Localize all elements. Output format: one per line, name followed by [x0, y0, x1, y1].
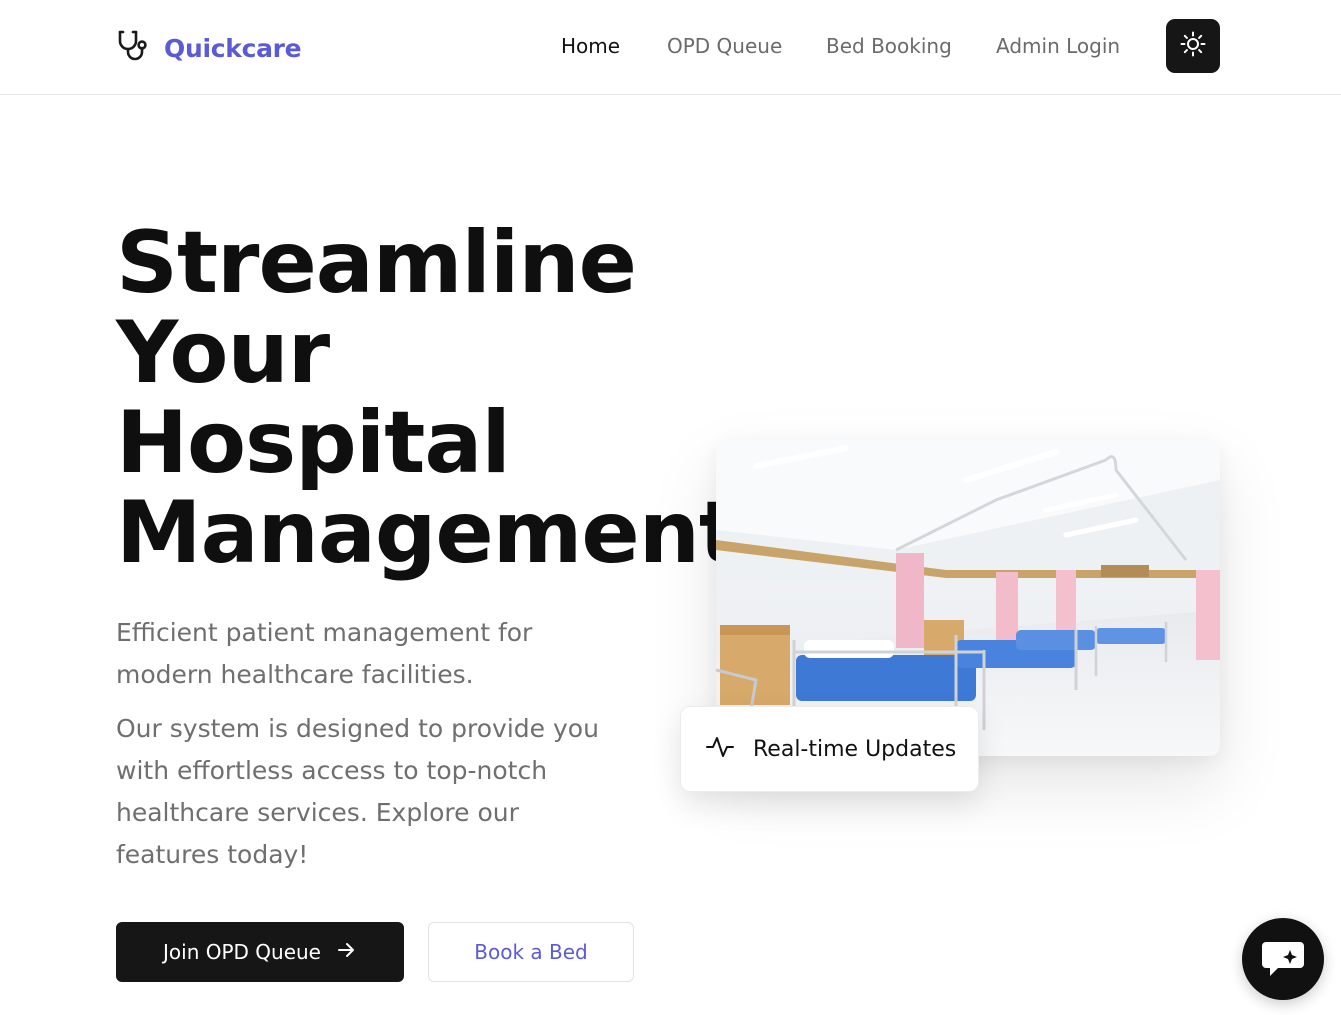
join-opd-queue-label: Join OPD Queue	[163, 940, 321, 964]
chat-sparkle-icon	[1258, 932, 1308, 986]
nav-home[interactable]: Home	[561, 34, 620, 58]
hero-title-line: Hospital	[116, 393, 511, 493]
activity-icon	[705, 732, 735, 766]
nav-admin-login[interactable]: Admin Login	[996, 34, 1120, 58]
hero-subtitle: Efficient patient management for modern …	[116, 618, 533, 689]
hero-title-line: Your	[116, 303, 330, 403]
sun-icon	[1179, 30, 1207, 62]
theme-toggle-button[interactable]	[1166, 19, 1220, 73]
nav-bed-booking[interactable]: Bed Booking	[826, 34, 952, 58]
top-navbar: Quickcare Home OPD Queue Bed Booking Adm…	[0, 0, 1341, 95]
book-a-bed-label: Book a Bed	[474, 940, 588, 964]
brand-logo[interactable]: Quickcare	[116, 28, 302, 68]
chat-button[interactable]	[1242, 918, 1324, 1000]
brand-name: Quickcare	[164, 33, 302, 63]
badge-label: Real-time Updates	[753, 736, 957, 762]
arrow-right-icon	[335, 939, 357, 966]
hero-title: Streamline Your Hospital Management	[116, 213, 740, 583]
hero-title-line: Streamline	[116, 213, 637, 313]
hero-description: Our system is designed to provide you wi…	[116, 714, 599, 869]
book-a-bed-button[interactable]: Book a Bed	[428, 922, 634, 982]
hero-title-line: Management	[116, 483, 740, 583]
stethoscope-icon	[116, 28, 152, 68]
nav-opd-queue[interactable]: OPD Queue	[667, 34, 782, 58]
join-opd-queue-button[interactable]: Join OPD Queue	[116, 922, 404, 982]
realtime-updates-badge: Real-time Updates	[680, 706, 979, 792]
